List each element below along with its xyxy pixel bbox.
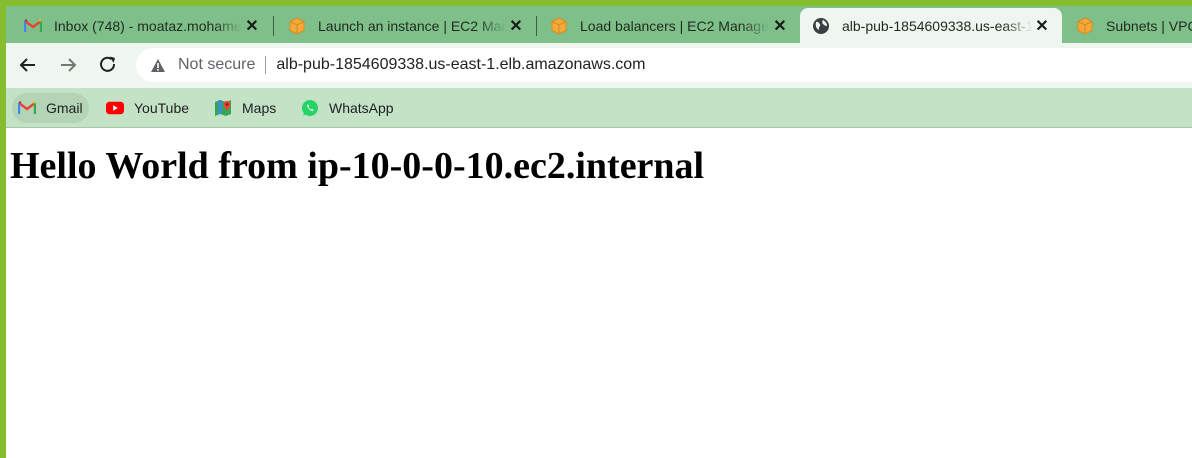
back-button[interactable]: [14, 51, 42, 79]
page-content: Hello World from ip-10-0-0-10.ec2.intern…: [6, 128, 1192, 458]
tab-title: Subnets | VPC: [1106, 17, 1192, 34]
tab-title: Launch an instance | EC2 Management Cons…: [318, 17, 506, 34]
bookmark-youtube[interactable]: YouTube: [100, 93, 195, 123]
bookmark-whatsapp[interactable]: WhatsApp: [295, 93, 400, 123]
tab-alb-pub[interactable]: alb-pub-1854609338.us-east-1.elb.amazona…: [800, 8, 1062, 43]
tab-separator: [536, 16, 537, 36]
forward-arrow-icon: [61, 58, 77, 72]
reload-button[interactable]: [94, 51, 122, 79]
close-icon[interactable]: ✕: [506, 16, 526, 36]
reload-icon: [100, 56, 116, 72]
aws-icon: [550, 16, 568, 35]
maps-icon: [214, 99, 232, 117]
warning-icon[interactable]: [150, 57, 166, 73]
security-status[interactable]: Not secure: [178, 56, 255, 74]
bookmark-maps[interactable]: Maps: [208, 93, 282, 123]
back-arrow-icon: [19, 58, 35, 72]
bookmark-gmail[interactable]: Gmail: [12, 93, 89, 123]
close-icon[interactable]: ✕: [1032, 16, 1052, 36]
gmail-icon: [18, 99, 36, 117]
tab-separator: [273, 16, 274, 36]
tab-title: alb-pub-1854609338.us-east-1.elb.amazona…: [842, 17, 1032, 34]
aws-icon: [288, 16, 306, 35]
globe-icon: [812, 17, 830, 35]
browser-toolbar: Not secure alb-pub-1854609338.us-east-1.…: [6, 43, 1192, 88]
tab-load-balancers[interactable]: Load balancers | EC2 Management Console …: [538, 8, 800, 43]
tab-subnets[interactable]: Subnets | VPC: [1064, 8, 1192, 43]
gmail-icon: [24, 17, 42, 35]
bookmark-label: Gmail: [46, 100, 83, 116]
youtube-icon: [106, 99, 124, 117]
tab-gmail-inbox[interactable]: Inbox (748) - moataz.mohamed ✕: [12, 8, 272, 43]
close-icon[interactable]: ✕: [242, 16, 262, 36]
bookmark-label: YouTube: [134, 100, 190, 116]
close-icon[interactable]: ✕: [770, 16, 790, 36]
address-bar[interactable]: Not secure alb-pub-1854609338.us-east-1.…: [136, 48, 1192, 82]
tab-title: Load balancers | EC2 Management Console: [580, 17, 770, 34]
divider: [265, 56, 267, 74]
browser-window: Inbox (748) - moataz.mohamed ✕ Launch an…: [6, 6, 1192, 458]
tab-launch-instance[interactable]: Launch an instance | EC2 Management Cons…: [276, 8, 536, 43]
tab-title: Inbox (748) - moataz.mohamed: [54, 17, 242, 34]
whatsapp-icon: [301, 99, 319, 117]
page-heading: Hello World from ip-10-0-0-10.ec2.intern…: [10, 145, 705, 187]
aws-icon: [1076, 16, 1094, 35]
url-text[interactable]: alb-pub-1854609338.us-east-1.elb.amazona…: [276, 56, 645, 74]
bookmark-label: WhatsApp: [329, 100, 394, 116]
tab-strip: Inbox (748) - moataz.mohamed ✕ Launch an…: [6, 6, 1192, 43]
forward-button[interactable]: [54, 51, 82, 79]
bookmarks-bar: Gmail YouTube Maps WhatsApp: [6, 88, 1192, 128]
bookmark-label: Maps: [242, 100, 277, 116]
